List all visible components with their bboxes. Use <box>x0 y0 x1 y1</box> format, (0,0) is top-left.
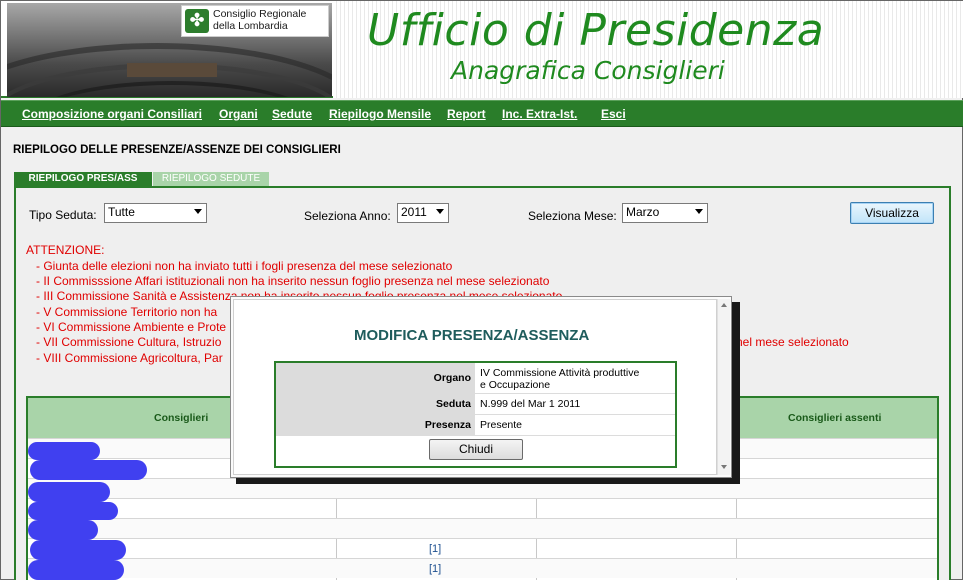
anno-select[interactable]: 2011 <box>397 203 449 223</box>
modifica-presenza-dialog: MODIFICA PRESENZA/ASSENZA Organo IV Comm… <box>230 296 732 478</box>
nav-inc-extra-ist[interactable]: Inc. Extra-Ist. <box>502 107 577 121</box>
anno-label: Seleziona Anno: <box>304 209 391 223</box>
redaction-mark <box>28 502 118 520</box>
nav-esci[interactable]: Esci <box>601 107 626 121</box>
nav-riepilogo-mensile[interactable]: Riepilogo Mensile <box>329 107 431 121</box>
chevron-down-icon <box>194 209 202 214</box>
organo-value: IV Commissione Attività produttive e Occ… <box>480 367 639 391</box>
detail-row-organo: Organo IV Commissione Attività produttiv… <box>276 363 675 394</box>
page-header: ✤ Consiglio Regionale della Lombardia Uf… <box>1 1 963 98</box>
table-row <box>28 518 937 538</box>
tipo-seduta-select[interactable]: Tutte <box>104 203 207 223</box>
tipo-seduta-label: Tipo Seduta: <box>29 208 97 222</box>
presenza-label: Presenza <box>276 415 475 435</box>
row-link[interactable]: [1] <box>429 563 441 575</box>
dialog-content: MODIFICA PRESENZA/ASSENZA Organo IV Comm… <box>233 299 717 475</box>
app-subtitle: Anagrafica Consiglieri <box>451 56 725 85</box>
nav-composizione-organi[interactable]: Composizione organi Consiliari <box>22 107 202 121</box>
mese-label: Seleziona Mese: <box>528 209 617 223</box>
table-row <box>28 498 937 518</box>
regional-council-logo: ✤ Consiglio Regionale della Lombardia <box>181 5 329 37</box>
chevron-down-icon <box>436 209 444 214</box>
warning-line: - V Commissione Territorio non ha <box>36 305 218 319</box>
redaction-mark <box>28 520 98 540</box>
warning-title: ATTENZIONE: <box>26 243 105 257</box>
chevron-down-icon <box>695 209 703 214</box>
main-nav: Composizione organi Consiliari Organi Se… <box>1 100 963 127</box>
warning-line-tail: nel mese selezionato <box>736 335 849 349</box>
nav-sedute[interactable]: Sedute <box>272 107 312 121</box>
detail-row-presenza: Presenza Presente <box>276 415 675 436</box>
anno-value: 2011 <box>401 205 427 219</box>
seduta-value: N.999 del Mar 1 2011 <box>480 398 581 410</box>
redaction-mark <box>30 460 147 480</box>
scroll-up-icon[interactable] <box>721 303 727 307</box>
mese-value: Marzo <box>626 205 660 219</box>
lombardy-rose-icon: ✤ <box>185 9 209 33</box>
mese-select[interactable]: Marzo <box>622 203 708 223</box>
page-title: RIEPILOGO DELLE PRESENZE/ASSENZE DEI CON… <box>13 144 341 156</box>
tipo-seduta-value: Tutte <box>108 205 135 219</box>
app-title: Ufficio di Presidenza <box>367 5 825 56</box>
nav-report[interactable]: Report <box>447 107 486 121</box>
redaction-mark <box>30 540 126 560</box>
col-consiglieri-assenti: Consiglieri assenti <box>788 412 882 424</box>
warning-line: - II Commisssione Affari istituzionali n… <box>36 274 550 288</box>
organo-value-line2: e Occupazione <box>480 379 551 391</box>
table-row: [1] <box>28 558 937 578</box>
warning-line: - VIII Commissione Agricoltura, Par <box>36 351 223 365</box>
redaction-mark <box>28 560 124 580</box>
logo-line-2: della Lombardia <box>213 20 288 32</box>
organo-value-line1: IV Commissione Attività produttive <box>480 367 640 379</box>
nav-organi[interactable]: Organi <box>219 107 258 121</box>
warning-line: - Giunta delle elezioni non ha inviato t… <box>36 259 453 273</box>
scroll-down-icon[interactable] <box>721 465 727 469</box>
tab-riepilogo-sedute[interactable]: RIEPILOGO SEDUTE <box>153 172 269 187</box>
warning-line: - VI Commissione Ambiente e Prote <box>36 320 227 334</box>
redaction-mark <box>28 482 110 502</box>
redaction-mark <box>28 442 100 460</box>
warning-line: - VII Commissione Cultura, Istruzio <box>36 335 222 349</box>
table-row: [1] <box>28 538 937 558</box>
detail-table: Organo IV Commissione Attività produttiv… <box>274 361 677 468</box>
visualizza-button[interactable]: Visualizza <box>850 202 934 224</box>
row-link[interactable]: [1] <box>429 543 441 555</box>
dialog-scrollbar[interactable] <box>717 299 730 475</box>
organo-label: Organo <box>276 363 475 393</box>
dialog-title: MODIFICA PRESENZA/ASSENZA <box>354 327 590 344</box>
col-consiglieri: Consiglieri <box>154 412 209 424</box>
tab-riepilogo-pres-ass[interactable]: RIEPILOGO PRES/ASS <box>14 172 152 187</box>
detail-row-seduta: Seduta N.999 del Mar 1 2011 <box>276 394 675 415</box>
chiudi-button[interactable]: Chiudi <box>429 439 523 460</box>
logo-line-1: Consiglio Regionale <box>213 8 307 20</box>
seduta-label: Seduta <box>276 394 475 414</box>
presenza-value: Presente <box>480 419 523 431</box>
